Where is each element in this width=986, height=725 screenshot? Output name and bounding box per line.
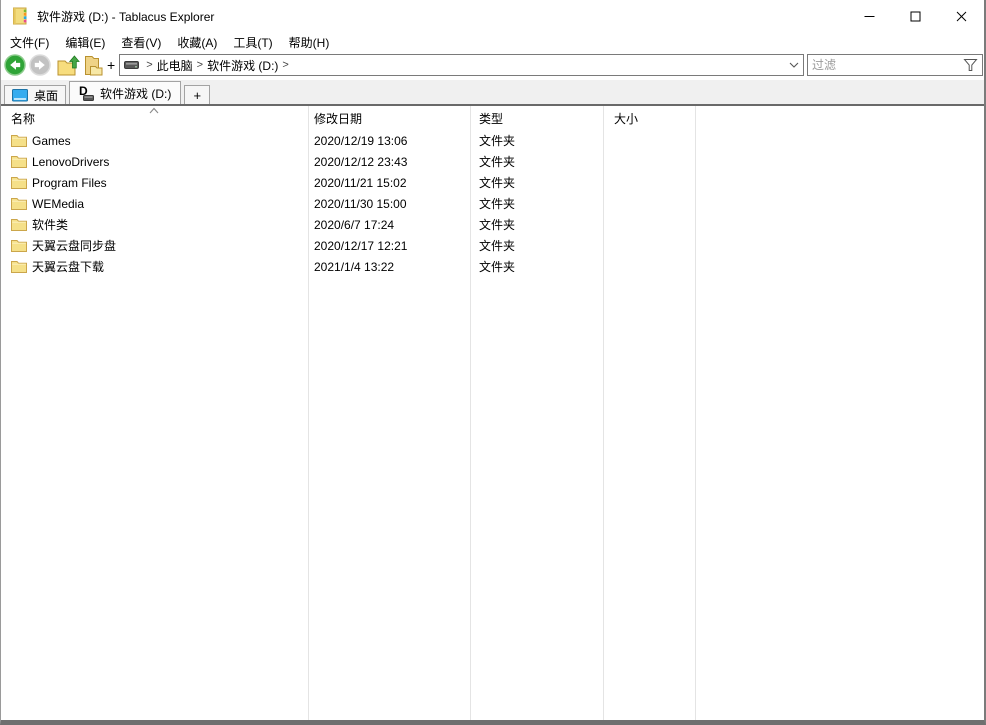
table-row[interactable]: LenovoDrivers 2020/12/12 23:43 文件夹 <box>1 151 984 172</box>
minimize-icon <box>864 11 875 22</box>
desktop-icon <box>12 89 28 102</box>
maximize-icon <box>910 11 921 22</box>
file-modified: 2020/6/7 17:24 <box>308 218 470 232</box>
file-name: Program Files <box>32 176 107 190</box>
column-separator[interactable] <box>308 106 309 720</box>
table-row[interactable]: WEMedia 2020/11/30 15:00 文件夹 <box>1 193 984 214</box>
filter-input[interactable] <box>808 58 961 72</box>
table-row[interactable]: Games 2020/12/19 13:06 文件夹 <box>1 130 984 151</box>
folder-icon <box>11 239 27 252</box>
file-type: 文件夹 <box>470 216 603 233</box>
file-modified: 2020/12/19 13:06 <box>308 134 470 148</box>
close-icon <box>956 11 967 22</box>
file-name: 天翼云盘同步盘 <box>32 237 116 254</box>
minimize-button[interactable] <box>846 0 892 32</box>
file-modified: 2020/12/12 23:43 <box>308 155 470 169</box>
menu-edit[interactable]: 编辑(E) <box>57 32 113 53</box>
column-header-size[interactable]: 大小 <box>603 110 695 127</box>
breadcrumb-current-drive[interactable]: 软件游戏 (D:) <box>207 57 278 74</box>
table-row[interactable]: 天翼云盘下载 2021/1/4 13:22 文件夹 <box>1 256 984 277</box>
file-name: 软件类 <box>32 216 68 233</box>
breadcrumb-this-pc[interactable]: 此电脑 <box>157 57 193 74</box>
menubar: 文件(F) 编辑(E) 查看(V) 收藏(A) 工具(T) 帮助(H) <box>1 32 984 52</box>
new-tab-label: + <box>194 88 202 103</box>
folder-icon <box>11 218 27 231</box>
folder-icon <box>11 176 27 189</box>
column-header-modified[interactable]: 修改日期 <box>308 110 470 127</box>
column-separator[interactable] <box>470 106 471 720</box>
up-button[interactable] <box>55 53 80 77</box>
column-header-type[interactable]: 类型 <box>470 110 603 127</box>
filter-icon[interactable] <box>963 58 978 72</box>
file-modified: 2020/11/30 15:00 <box>308 197 470 211</box>
window-controls <box>846 0 984 32</box>
file-modified: 2020/11/21 15:02 <box>308 176 470 190</box>
toolbar: + > 此电脑 > 软件游戏 (D:) > <box>1 52 984 80</box>
file-type: 文件夹 <box>470 237 603 254</box>
maximize-button[interactable] <box>892 0 938 32</box>
menu-favorites[interactable]: 收藏(A) <box>169 32 225 53</box>
forward-button[interactable] <box>27 53 52 77</box>
menu-tools[interactable]: 工具(T) <box>225 32 280 53</box>
breadcrumb-separator: > <box>282 59 288 71</box>
address-bar[interactable]: > 此电脑 > 软件游戏 (D:) > <box>119 54 804 76</box>
tab-label: 软件游戏 (D:) <box>100 85 171 102</box>
filter-box <box>807 54 983 76</box>
file-type: 文件夹 <box>470 174 603 191</box>
file-modified: 2020/12/17 12:21 <box>308 239 470 253</box>
address-dropdown-button[interactable] <box>785 55 803 75</box>
menu-file[interactable]: 文件(F) <box>2 32 57 53</box>
file-type: 文件夹 <box>470 132 603 149</box>
file-modified: 2021/1/4 13:22 <box>308 260 470 274</box>
tab-bar: 桌面 D 软件游戏 (D:) + <box>1 80 984 106</box>
table-row[interactable]: 天翼云盘同步盘 2020/12/17 12:21 文件夹 <box>1 235 984 256</box>
table-row[interactable]: 软件类 2020/6/7 17:24 文件夹 <box>1 214 984 235</box>
file-name: WEMedia <box>32 197 84 211</box>
titlebar: 软件游戏 (D:) - Tablacus Explorer <box>1 0 984 32</box>
forward-icon <box>29 54 51 76</box>
app-window: 软件游戏 (D:) - Tablacus Explorer 文件(F) 编辑(E… <box>0 0 986 725</box>
window-title: 软件游戏 (D:) - Tablacus Explorer <box>37 8 214 25</box>
folder-icon <box>11 134 27 147</box>
drive-icon <box>124 60 139 70</box>
back-button[interactable] <box>2 53 27 77</box>
up-folder-icon <box>56 54 80 77</box>
folder-icon <box>11 260 27 273</box>
folder-icon <box>11 197 27 210</box>
drive-d-icon: D <box>79 86 94 101</box>
breadcrumb-separator: > <box>146 59 152 71</box>
back-icon <box>4 54 26 76</box>
list-header: 名称 修改日期 类型 大小 <box>1 106 984 130</box>
file-name: LenovoDrivers <box>32 155 109 169</box>
menu-view[interactable]: 查看(V) <box>113 32 169 53</box>
file-name: 天翼云盘下载 <box>32 258 104 275</box>
tab-label: 桌面 <box>34 87 58 104</box>
new-tab-button[interactable]: + <box>184 85 210 104</box>
file-name: Games <box>32 134 71 148</box>
file-type: 文件夹 <box>470 153 603 170</box>
tab-drive-d[interactable]: D 软件游戏 (D:) <box>69 81 181 104</box>
close-button[interactable] <box>938 0 984 32</box>
folders-button[interactable] <box>80 53 105 77</box>
column-separator[interactable] <box>603 106 604 720</box>
column-separator[interactable] <box>695 106 696 720</box>
table-row[interactable]: Program Files 2020/11/21 15:02 文件夹 <box>1 172 984 193</box>
breadcrumb-separator: > <box>197 59 203 71</box>
folders-icon <box>81 54 105 77</box>
sort-ascending-icon <box>148 107 160 114</box>
folder-icon <box>11 155 27 168</box>
add-group-button[interactable]: + <box>107 57 115 73</box>
file-type: 文件夹 <box>470 258 603 275</box>
app-icon <box>11 7 29 25</box>
menu-help[interactable]: 帮助(H) <box>281 32 338 53</box>
tab-desktop[interactable]: 桌面 <box>4 85 66 104</box>
chevron-down-icon <box>789 62 799 68</box>
file-list: 名称 修改日期 类型 大小 Games 2020/12/19 13:06 文件夹… <box>1 106 984 720</box>
file-type: 文件夹 <box>470 195 603 212</box>
